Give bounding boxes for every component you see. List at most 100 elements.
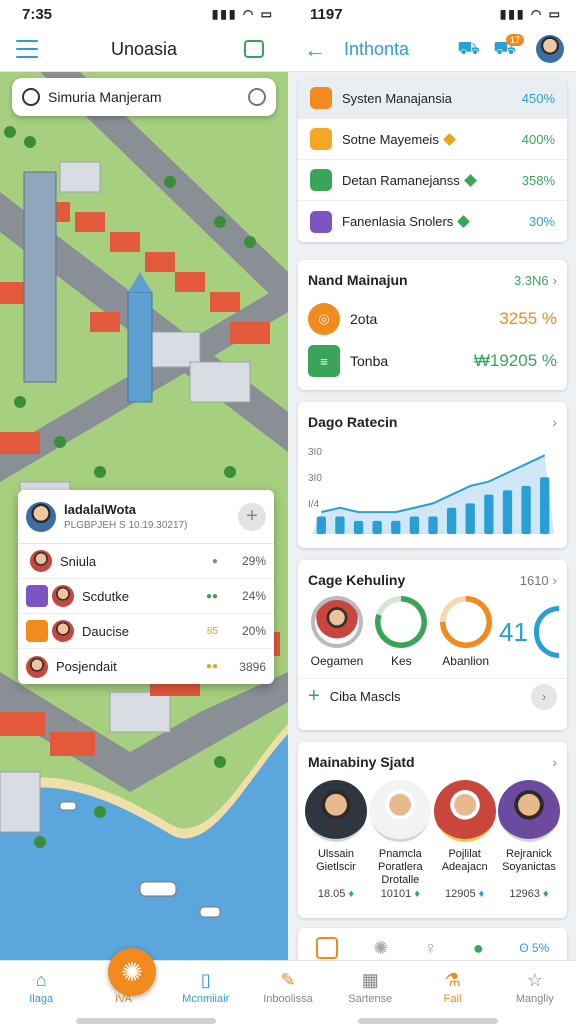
flask-icon: ⚗ bbox=[444, 970, 461, 990]
chart-bar bbox=[540, 477, 550, 534]
system-row[interactable]: Systen Manajansia 450% bbox=[298, 78, 567, 119]
row-value: 20% bbox=[241, 624, 266, 638]
status-dot-icon: ●● bbox=[205, 590, 218, 602]
row-label: Sniula bbox=[60, 553, 97, 569]
chart-card-title: Dago Ratecin bbox=[308, 414, 398, 430]
main-card-header: Nand Mainajun 3.3N6 › bbox=[298, 260, 567, 288]
screen: { "status": {"left_time": "7:35", "right… bbox=[0, 0, 576, 1024]
chart-bar bbox=[391, 520, 401, 534]
status-dot-icon: ● bbox=[211, 555, 218, 567]
tab-grid[interactable]: ▦ Sartense bbox=[329, 961, 411, 1024]
sun-button[interactable]: ✺ bbox=[108, 948, 156, 996]
popup-avatar bbox=[26, 501, 56, 532]
home-indicator-right bbox=[358, 1018, 498, 1024]
person-score: 10101 bbox=[380, 888, 412, 900]
system-row[interactable]: Detan Ramanejanss 358% bbox=[298, 160, 567, 201]
briefcase-icon[interactable] bbox=[244, 40, 264, 58]
growth-chart bbox=[312, 454, 554, 534]
profile-avatar[interactable] bbox=[536, 35, 564, 63]
coin-icon: ◎ bbox=[308, 303, 340, 335]
ledger-icon: ≡ bbox=[308, 345, 340, 377]
person-name: Pojlilat Adeajacn bbox=[441, 848, 488, 873]
cage-card[interactable]: Cage Kehuliny 1610 › Oegamen Kes Abanlion… bbox=[298, 560, 567, 730]
chart-bar bbox=[465, 503, 475, 534]
person-item[interactable]: Ulssain Gietlscir 18.05 ♦ bbox=[304, 780, 368, 901]
dashboard-panel: Systen Manajansia 450% Sotne Mayemeis 40… bbox=[288, 72, 576, 960]
tab-flask[interactable]: ⚗ Fail bbox=[411, 961, 493, 1024]
chart-bar bbox=[484, 494, 494, 534]
chart-bar bbox=[372, 520, 382, 534]
row-value: 3896 bbox=[239, 659, 266, 674]
chart-bar bbox=[316, 516, 326, 534]
back-arrow-icon[interactable]: ← bbox=[304, 37, 326, 63]
add-button[interactable]: + bbox=[238, 502, 266, 531]
grid-icon: ▦ bbox=[361, 970, 379, 990]
map-search-text: Simuria Manjeram bbox=[48, 89, 162, 105]
big-number: 41 bbox=[498, 616, 528, 647]
main-row-value: 3255 % bbox=[499, 309, 557, 328]
sun-icon: ✺ bbox=[121, 956, 143, 987]
ring-item: 41 bbox=[499, 596, 559, 668]
map-icon bbox=[26, 620, 48, 642]
popup-row[interactable]: Scdutke ●● 24% bbox=[18, 579, 274, 614]
person-name: Rejranick Soyanictas bbox=[502, 848, 556, 873]
tab-home[interactable]: ⌂ Ilaga bbox=[0, 961, 82, 1024]
tab-label: Inboolissa bbox=[263, 993, 313, 1005]
system-row[interactable]: Sotne Mayemeis 400% bbox=[298, 119, 567, 160]
tab-book[interactable]: ▯ Mcnmiiair bbox=[165, 961, 247, 1024]
chart-bar bbox=[409, 516, 420, 534]
chevron-right-icon[interactable]: › bbox=[531, 683, 557, 710]
system-row[interactable]: Fanenlasia Snolers 30% bbox=[298, 201, 567, 242]
owl-icon: ʘ bbox=[519, 941, 529, 955]
map-search-bar[interactable]: Simuria Manjeram bbox=[12, 78, 276, 116]
tab-star[interactable]: ☆ Mangliy bbox=[494, 961, 576, 1024]
system-value: 400% bbox=[521, 131, 555, 147]
popup-row[interactable]: Posjendait ●● 3896 bbox=[18, 649, 274, 684]
chart-card[interactable]: Dago Ratecin › 3I0 3I0 I/4 bbox=[298, 402, 567, 548]
bottom-tab-bar: ⌂ Ilaga IVA ▯ Mcnmiiair ✎ Inboolissa ▦ Sarte… bbox=[0, 960, 576, 1024]
popup-name: ladalalWota bbox=[64, 502, 137, 517]
system-label: Fanenlasia Snolers bbox=[342, 214, 454, 229]
system-value: 358% bbox=[521, 172, 555, 188]
people-card-header: Mainabiny Sjatd › bbox=[298, 742, 567, 770]
person-item[interactable]: Pojlilat Adeajacn 12905 ♦ bbox=[433, 780, 497, 901]
compass-icon[interactable] bbox=[248, 88, 266, 106]
people-card[interactable]: Mainabiny Sjatd › Ulssain Gietlscir 18.0… bbox=[298, 742, 567, 918]
person-item[interactable]: Pnamcla Poratlera Drotalle 10101 ♦ bbox=[368, 780, 432, 901]
alert-icon: ● bbox=[472, 937, 484, 958]
system-label-wrap: Fanenlasia Snolers bbox=[342, 214, 529, 229]
main-card-value: 3.3N6 bbox=[513, 272, 549, 288]
cart-icon[interactable]: ⛟ bbox=[457, 38, 480, 62]
ring-item: Oegamen bbox=[306, 596, 368, 668]
drop-icon: ♦ bbox=[348, 888, 355, 900]
main-card[interactable]: Nand Mainajun 3.3N6 › ◎ 2ota 3255 % ≡ Ton… bbox=[298, 260, 567, 390]
main-card-title: Nand Mainajun bbox=[308, 272, 408, 288]
person-score-wrap: 12905 ♦ bbox=[433, 888, 497, 901]
tab-label: Sartense bbox=[348, 993, 393, 1005]
ring-item: Kes bbox=[370, 596, 432, 668]
popup-row[interactable]: Daucise 85 20% bbox=[18, 614, 274, 649]
chart-bar bbox=[502, 490, 513, 534]
tab-label: IVA bbox=[114, 993, 132, 1005]
row-value: 29% bbox=[241, 554, 266, 568]
home-indicator-left bbox=[76, 1018, 216, 1024]
row-value: 24% bbox=[241, 589, 266, 603]
status-bar: 7:35 ▮▮▮ ◠ ▭ 1197 ▮▮▮ ◠ ▭ bbox=[0, 0, 576, 28]
person-name: Ulssain Gietlscir bbox=[316, 848, 356, 873]
diamond-icon bbox=[463, 173, 477, 187]
tab-tag[interactable]: ✎ Inboolissa bbox=[247, 961, 329, 1024]
popup-header: ladalalWota PLGBPJEH S 10.19.30217) + bbox=[18, 490, 274, 544]
popup-row[interactable]: Sniula ● 29% bbox=[18, 544, 274, 579]
system-label-wrap: Sotne Mayemeis bbox=[342, 132, 522, 147]
ring-label: Oegamen bbox=[310, 654, 364, 668]
chevron-right-icon: › bbox=[552, 414, 557, 430]
row-label: Scdutke bbox=[82, 588, 129, 604]
peek-value: 5% bbox=[531, 941, 550, 955]
status-time-right: 1197 bbox=[310, 5, 343, 23]
bottom-peek-card[interactable]: ✺ ♀ ● ʘ 5% bbox=[298, 928, 567, 960]
chevron-right-icon: › bbox=[552, 572, 557, 588]
chevron-right-icon: › bbox=[552, 754, 557, 770]
cage-action-button[interactable]: + Ciba Mascls › bbox=[298, 678, 567, 714]
person-item[interactable]: Rejranick Soyanictas 12963 ♦ bbox=[497, 780, 561, 901]
system-label: Systen Manajansia bbox=[342, 90, 452, 106]
